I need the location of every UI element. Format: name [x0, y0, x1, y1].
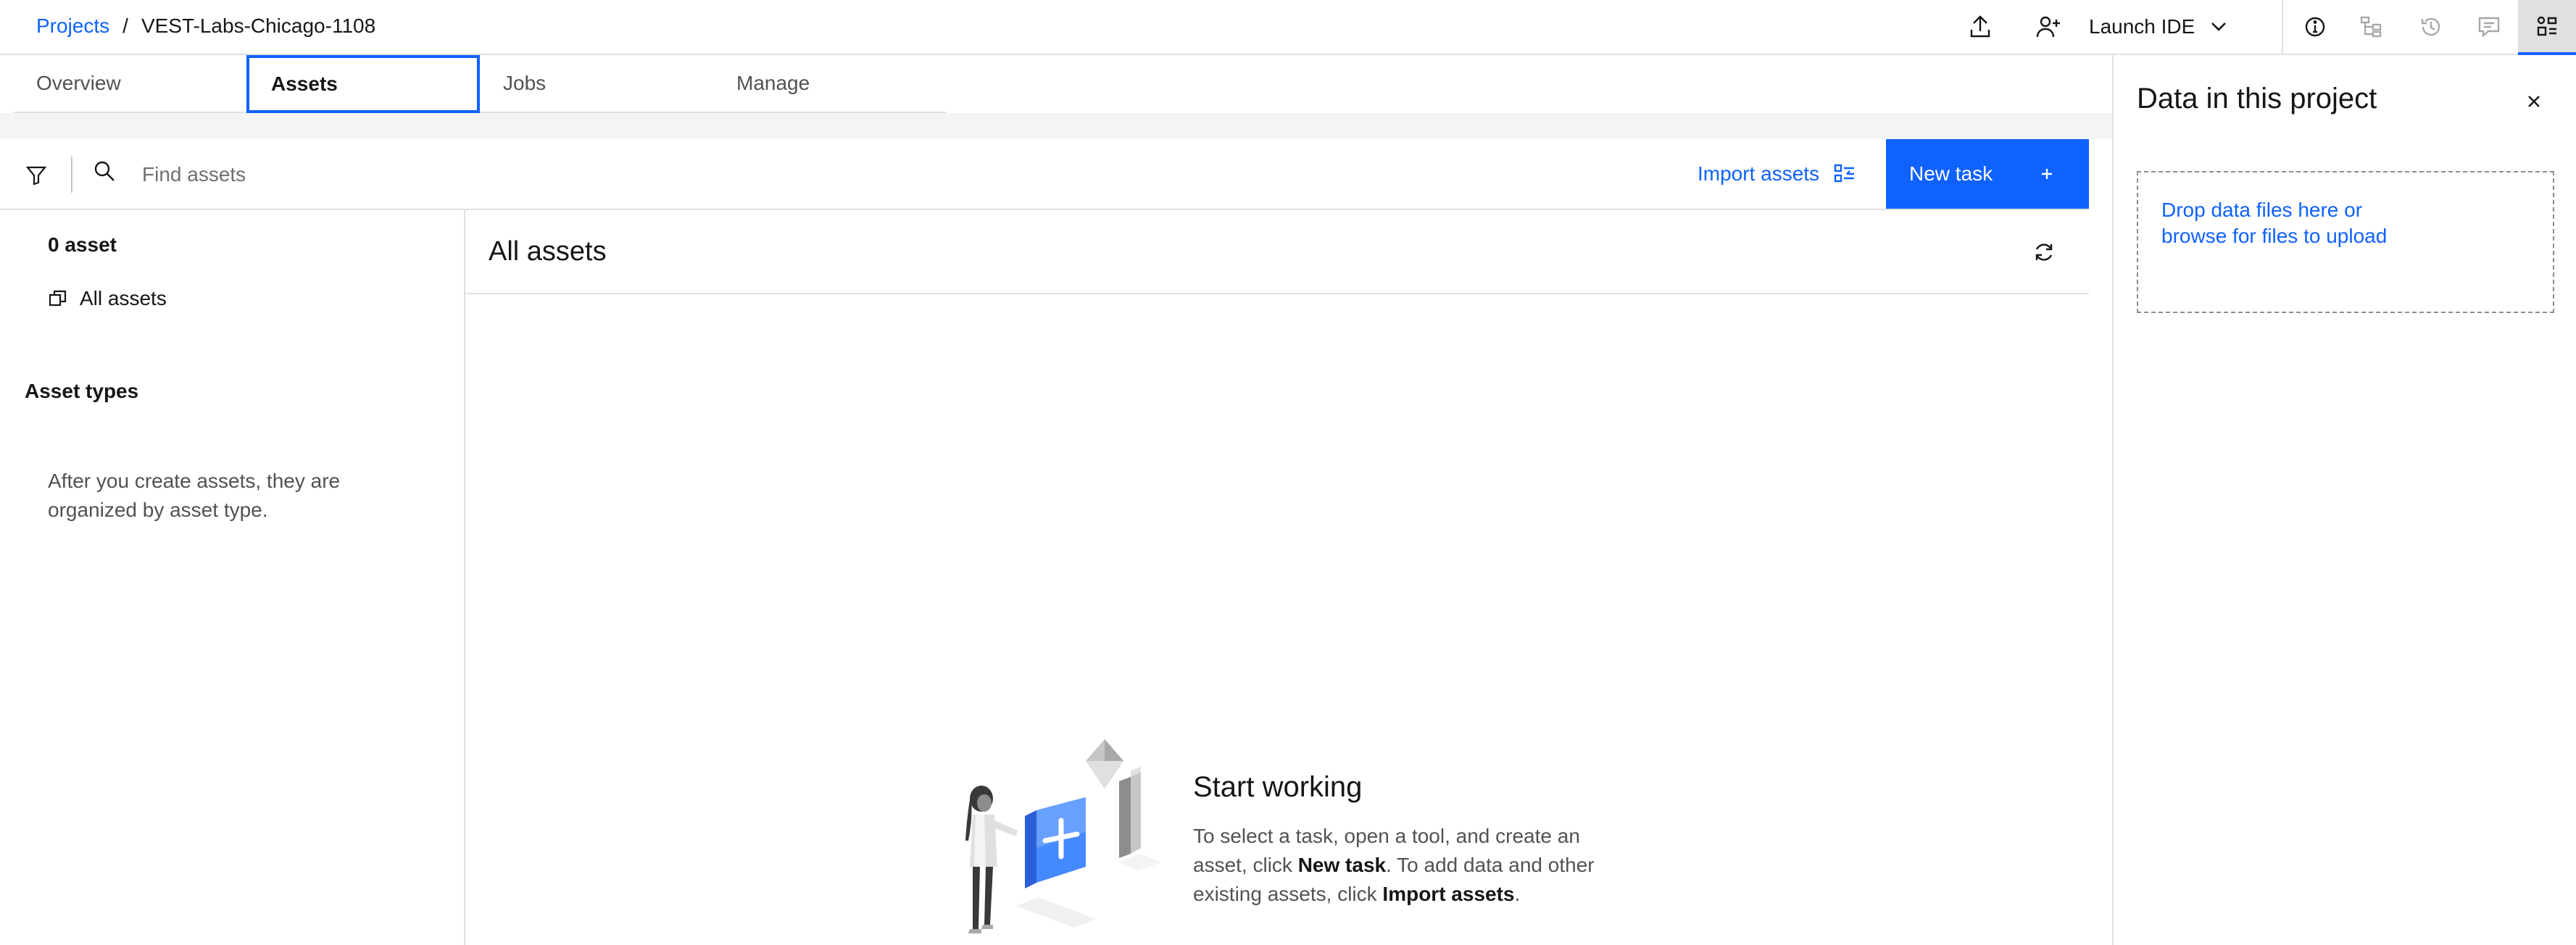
search-input[interactable]: [142, 155, 1012, 194]
assets-main: All assets Start working To select a tas…: [465, 210, 2089, 945]
breadcrumb-separator: /: [122, 14, 128, 37]
all-assets-nav-item[interactable]: All assets: [48, 287, 167, 310]
launch-ide-label: Launch IDE: [2089, 15, 2195, 38]
top-header: Projects / VEST-Labs-Chicago-1108 Launch…: [0, 0, 2576, 55]
close-icon: [2528, 96, 2540, 107]
breadcrumb-current-project: VEST-Labs-Chicago-1108: [141, 14, 376, 37]
add-collaborator-button[interactable]: [2027, 0, 2070, 54]
lineage-button[interactable]: [2350, 0, 2393, 54]
import-icon: [1834, 164, 1855, 183]
comment-icon: [2478, 17, 2500, 37]
new-task-button[interactable]: New task: [1886, 139, 2089, 209]
asset-types-heading: Asset types: [25, 380, 139, 402]
upload-button[interactable]: [1958, 0, 2002, 54]
chevron-down-icon: [2211, 22, 2227, 31]
asset-filter-panel: 0 asset All assets Asset types After you…: [0, 210, 465, 945]
filter-icon: [26, 166, 46, 186]
empty-desc-part-3: .: [1514, 883, 1521, 905]
page-title: All assets: [489, 236, 607, 267]
new-task-label: New task: [1909, 162, 1993, 185]
assets-toolbar: Import assets New task: [0, 139, 2089, 210]
data-in-project-panel: Data in this project Drop data files her…: [2112, 55, 2576, 945]
tab-jobs[interactable]: Jobs: [480, 55, 713, 113]
asset-count: 0 asset: [48, 233, 117, 256]
lineage-icon: [2360, 16, 2382, 38]
dropzone-text: Drop data files here or browse for files…: [2161, 199, 2388, 247]
breadcrumb-projects-link[interactable]: Projects: [36, 12, 109, 41]
close-panel-button[interactable]: [2519, 87, 2548, 116]
upload-icon: [1970, 15, 1990, 38]
copy-icon: [49, 290, 67, 307]
start-working-illustration: [965, 739, 1161, 933]
empty-desc-import-assets: Import assets: [1382, 883, 1515, 905]
header-divider: [2282, 0, 2283, 54]
file-dropzone[interactable]: Drop data files here or browse for files…: [2137, 171, 2554, 313]
tab-overview[interactable]: Overview: [13, 55, 246, 113]
plus-icon: [2042, 169, 2052, 179]
filter-button[interactable]: [14, 157, 58, 194]
project-tabs: Overview Assets Jobs Manage: [13, 55, 947, 113]
launch-ide-dropdown[interactable]: Launch IDE: [2089, 0, 2227, 54]
info-icon: [2305, 17, 2325, 37]
import-assets-label: Import assets: [1698, 162, 1820, 185]
empty-state-title: Start working: [1193, 771, 1363, 803]
asset-types-empty-text: After you create assets, they are organi…: [48, 470, 341, 521]
comments-button[interactable]: [2467, 0, 2511, 54]
history-icon: [2421, 17, 2440, 36]
tab-assets[interactable]: Assets: [246, 55, 480, 113]
tab-manage[interactable]: Manage: [713, 55, 947, 113]
refresh-button[interactable]: [2027, 235, 2061, 270]
breadcrumb: Projects / VEST-Labs-Chicago-1108: [36, 12, 375, 41]
add-user-icon: [2036, 16, 2060, 38]
refresh-icon: [2035, 243, 2053, 261]
main-header: All assets: [465, 210, 2089, 294]
search-icon: [93, 159, 116, 186]
data-panel-title: Data in this project: [2137, 83, 2377, 115]
tabs-background-band: [0, 113, 2112, 139]
import-assets-button[interactable]: Import assets: [1698, 139, 1856, 209]
data-panel-icon: [2537, 16, 2557, 36]
history-button[interactable]: [2409, 0, 2453, 54]
empty-desc-new-task: New task: [1297, 854, 1387, 876]
empty-state-description: To select a task, open a tool, and creat…: [1193, 822, 1628, 909]
info-button[interactable]: [2293, 0, 2337, 54]
all-assets-nav-label: All assets: [80, 287, 167, 309]
data-panel-toggle[interactable]: [2518, 0, 2576, 55]
toolbar-divider: [71, 157, 72, 193]
